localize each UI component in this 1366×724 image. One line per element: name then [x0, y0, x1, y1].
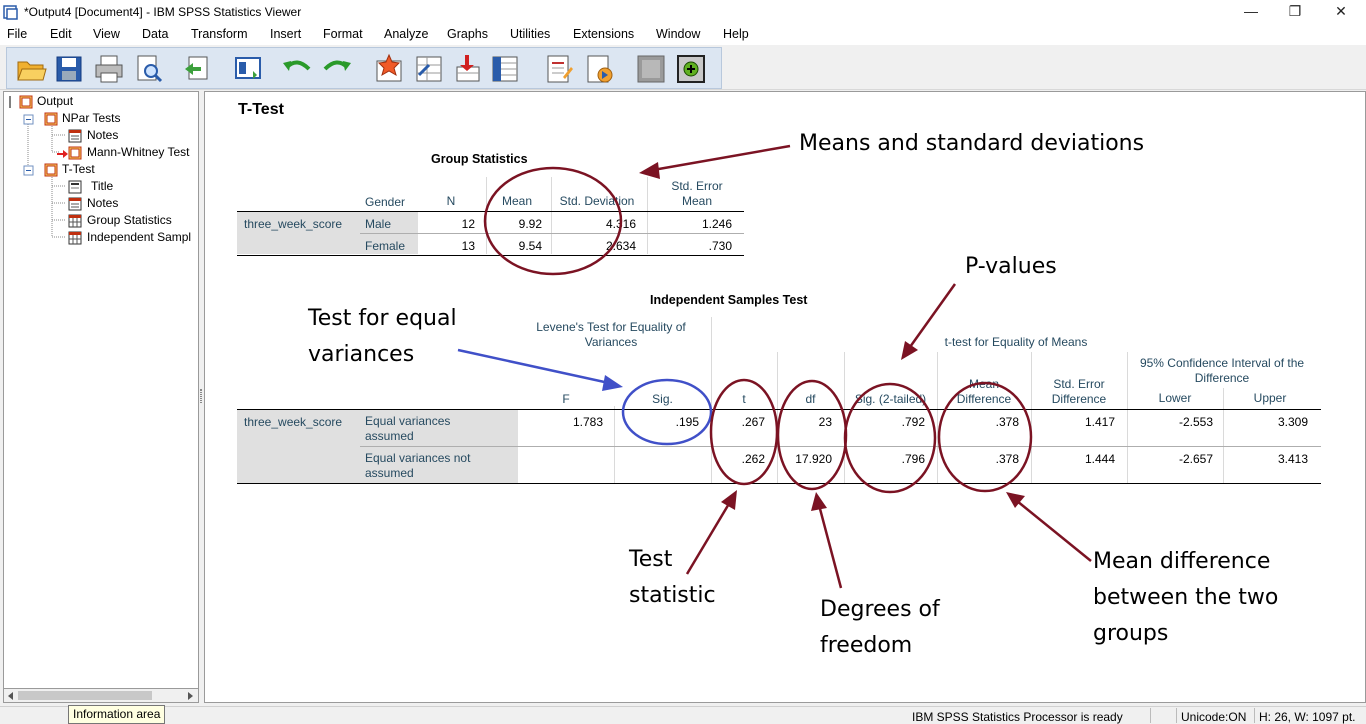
output-content-pane[interactable]: T-Test Group Statistics Gender N Mean St… — [204, 91, 1366, 703]
close-button[interactable]: ✕ — [1318, 0, 1364, 24]
open-icon[interactable] — [15, 53, 47, 85]
add-output-icon[interactable] — [675, 53, 707, 85]
spss-app-icon — [3, 5, 18, 20]
outline-pane[interactable]: Output NPar Tests Notes Mann-Whitney Tes… — [3, 91, 199, 703]
notes-icon — [68, 197, 82, 211]
collapse-icon[interactable] — [22, 164, 36, 178]
scroll-thumb[interactable] — [18, 691, 152, 700]
tree-item-mann-whitney[interactable]: Mann-Whitney Test — [87, 145, 190, 159]
menu-window[interactable]: Window — [656, 27, 700, 41]
minimize-button[interactable]: — — [1228, 0, 1274, 24]
undo-icon[interactable] — [281, 53, 313, 85]
output-book-icon — [19, 95, 33, 109]
tree-item-notes[interactable]: Notes — [87, 196, 118, 210]
print-icon[interactable] — [93, 53, 125, 85]
annotation-dof-2: freedom — [820, 633, 913, 658]
redo-icon[interactable] — [321, 53, 353, 85]
outline-horizontal-scrollbar[interactable] — [3, 688, 199, 703]
means-sd-arrow — [652, 144, 791, 172]
tree-item-title[interactable]: Title — [91, 179, 113, 193]
menu-edit[interactable]: Edit — [50, 27, 72, 41]
menu-utilities[interactable]: Utilities — [510, 27, 550, 41]
title-bar: *Output4 [Document4] - IBM SPSS Statisti… — [0, 0, 1366, 24]
notes-icon — [68, 129, 82, 143]
book-icon — [68, 146, 82, 160]
status-bar: IBM SPSS Statistics Processor is ready U… — [0, 706, 1366, 724]
annotation-equal-var-2: variances — [308, 342, 415, 367]
sig2-ellipse — [843, 382, 937, 494]
insert-heading-icon[interactable] — [543, 53, 575, 85]
goto-variable-icon[interactable] — [451, 53, 483, 85]
restore-button[interactable]: ❐ — [1272, 0, 1318, 24]
test-stat-arrow — [685, 501, 732, 575]
tree-item-npar-tests[interactable]: NPar Tests — [62, 111, 120, 125]
size-status: H: 26, W: 1097 pt. — [1259, 710, 1356, 724]
sig-ellipse — [621, 378, 713, 446]
unicode-status: Unicode:ON — [1181, 710, 1247, 724]
save-icon[interactable] — [53, 53, 85, 85]
t-ellipse — [709, 378, 779, 486]
menu-graphs[interactable]: Graphs — [447, 27, 488, 41]
tree-item-independent-samples[interactable]: Independent Sampl — [87, 230, 191, 244]
processor-status: IBM SPSS Statistics Processor is ready — [912, 710, 1123, 724]
annotation-mean-diff-1: Mean difference — [1093, 549, 1271, 574]
menu-insert[interactable]: Insert — [270, 27, 301, 41]
menu-help[interactable]: Help — [723, 27, 749, 41]
designate-window-icon[interactable] — [635, 53, 667, 85]
export-icon[interactable] — [181, 53, 213, 85]
means-sd-ellipse — [483, 166, 623, 276]
mean-diff-arrow — [1016, 500, 1092, 562]
menu-transform[interactable]: Transform — [191, 27, 248, 41]
mean-diff-ellipse — [937, 381, 1033, 493]
variables-icon[interactable] — [489, 53, 521, 85]
dof-arrowhead — [811, 492, 827, 511]
annotation-dof-1: Degrees of — [820, 597, 940, 622]
menu-extensions[interactable]: Extensions — [573, 27, 634, 41]
recall-dialog-icon[interactable] — [233, 53, 265, 85]
title-icon — [68, 180, 82, 194]
print-preview-icon[interactable] — [133, 53, 165, 85]
window-title: *Output4 [Document4] - IBM SPSS Statisti… — [24, 5, 302, 19]
annotation-mean-diff-2: between the two — [1093, 585, 1279, 610]
annotation-mean-diff-3: groups — [1093, 621, 1169, 646]
toolbar-panel — [6, 47, 722, 89]
scroll-left-icon[interactable] — [6, 691, 16, 701]
table-icon — [68, 231, 82, 245]
goto-case-icon[interactable] — [413, 53, 445, 85]
tree-item-npar-notes[interactable]: Notes — [87, 128, 118, 142]
menu-format[interactable]: Format — [323, 27, 363, 41]
annotation-equal-var-1: Test for equal — [308, 306, 457, 331]
means-sd-arrowhead — [639, 162, 660, 179]
goto-data-icon[interactable] — [373, 53, 405, 85]
book-icon — [44, 163, 58, 177]
menu-view[interactable]: View — [93, 27, 120, 41]
menu-analyze[interactable]: Analyze — [384, 27, 428, 41]
insert-title-icon[interactable] — [583, 53, 615, 85]
scroll-right-icon[interactable] — [185, 691, 195, 701]
tree-item-group-statistics[interactable]: Group Statistics — [87, 213, 172, 227]
dof-arrow — [817, 504, 843, 589]
pvalues-arrow — [908, 283, 957, 348]
pvalues-arrowhead — [901, 341, 918, 360]
annotation-test-stat-1: Test — [629, 547, 673, 572]
menu-data[interactable]: Data — [142, 27, 168, 41]
book-icon — [44, 112, 58, 126]
equal-var-arrowhead — [602, 375, 623, 391]
menu-file[interactable]: File — [7, 27, 27, 41]
annotation-pvalues: P-values — [965, 254, 1057, 279]
annotation-test-stat-2: statistic — [629, 583, 716, 608]
tree-item-output[interactable]: Output — [37, 94, 73, 108]
menu-bar: File Edit View Data Transform Insert For… — [0, 24, 1366, 45]
df-ellipse — [776, 379, 848, 491]
table-icon — [68, 214, 82, 228]
toolbar — [0, 45, 1366, 90]
test-stat-arrowhead — [721, 490, 737, 510]
collapse-icon[interactable] — [22, 113, 36, 127]
annotation-means-sd: Means and standard deviations — [799, 131, 1145, 156]
tree-item-t-test[interactable]: T-Test — [62, 162, 95, 176]
equal-var-arrow — [457, 348, 610, 385]
information-area-tooltip: Information area — [68, 705, 166, 724]
